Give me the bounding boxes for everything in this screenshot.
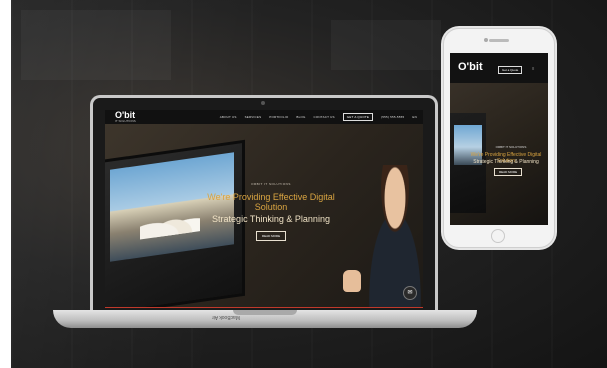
logo-subtext: IT SOLUTIONS — [115, 119, 136, 123]
nav-item-contact[interactable]: CONTACT US — [314, 115, 335, 119]
promo-scene: utio O'bit IT SOLUTIONS ABOUT US SERVICE… — [11, 0, 607, 368]
site-nav: ABOUT US SERVICES PORTFOLIO BLOG CONTACT… — [220, 113, 417, 121]
phone-read-more-button[interactable]: READ MORE — [494, 168, 523, 176]
hero-kicker: ORBIT IT SOLUTIONS — [251, 182, 291, 186]
hero-text-block: ORBIT IT SOLUTIONS We're Providing Effec… — [191, 182, 351, 242]
laptop-brand-label: MacBook Air — [211, 314, 241, 320]
site-logo[interactable]: O'bit IT SOLUTIONS — [115, 111, 136, 123]
phone-speaker — [489, 39, 509, 42]
phone-device: O'bit Get a Quote ≡ ORBIT IT SOLUTIONS W… — [443, 28, 555, 248]
home-button[interactable] — [491, 229, 505, 243]
laptop-lid: O'bit IT SOLUTIONS ABOUT US SERVICES POR… — [90, 95, 438, 311]
site-header: O'bit IT SOLUTIONS ABOUT US SERVICES POR… — [105, 110, 423, 124]
phone-quote-button[interactable]: Get a Quote — [498, 66, 523, 74]
background-tile — [331, 20, 441, 70]
nav-item-blog[interactable]: BLOG — [296, 115, 305, 119]
nav-item-portfolio[interactable]: PORTFOLIO — [269, 115, 288, 119]
phone-camera — [484, 38, 488, 42]
thumbs-up-shape — [343, 270, 361, 292]
laptop-camera — [261, 101, 265, 105]
nav-item-services[interactable]: SERVICES — [245, 115, 262, 119]
phone-hero-subheadline: Strategic Thinking & Planning — [473, 159, 539, 165]
hamburger-menu-icon[interactable]: ≡ — [532, 66, 534, 71]
laptop-base — [53, 310, 477, 328]
read-more-button[interactable]: READ MORE — [255, 231, 287, 241]
background-tile — [21, 10, 171, 80]
hero-headline: We're Providing Effective Digital Soluti… — [207, 192, 335, 212]
chat-icon[interactable]: ✉ — [403, 286, 417, 300]
get-quote-button[interactable]: GET A QUOTE — [342, 113, 374, 121]
phone-hero-kicker: ORBIT IT SOLUTIONS — [495, 145, 527, 149]
phone-number[interactable]: (555) 555-5555 — [381, 115, 404, 119]
hero-subheadline: Strategic Thinking & Planning — [212, 214, 330, 224]
language-menu[interactable]: EN — [412, 115, 417, 119]
phone-screen: O'bit Get a Quote ≡ ORBIT IT SOLUTIONS W… — [450, 53, 548, 225]
phone-logo[interactable]: O'bit — [458, 61, 483, 73]
laptop-screen: O'bit IT SOLUTIONS ABOUT US SERVICES POR… — [105, 110, 423, 308]
nav-item-about[interactable]: ABOUT US — [220, 115, 237, 119]
accent-line — [105, 307, 423, 308]
